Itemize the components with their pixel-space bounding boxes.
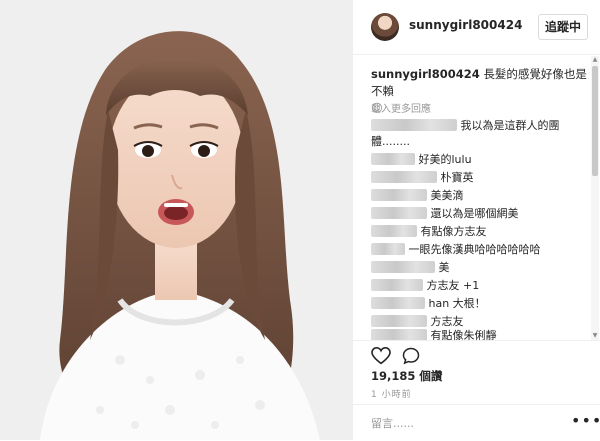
blurred-username [371,279,423,291]
comment-item: 一眼先像漢典哈哈哈哈哈哈 [371,242,541,258]
comment-text: 有點像方志友 [420,225,487,238]
comment-item: 好美的lulu [371,152,472,168]
portrait-illustration [0,0,352,440]
comment-text: 體........ [371,135,410,148]
comment-item: 朴寶英 [371,170,474,186]
comment-item: han 大根！ [371,296,486,312]
post-side-panel: sunnygirl800424 追蹤中 sunnygirl800424 長髮的感… [352,0,600,440]
comment-item: 美美滴 [371,188,464,204]
avatar[interactable] [371,13,399,41]
post-timestamp: 1 小時前 [371,390,412,400]
comments-scrollbar[interactable]: ▲ ▼ [591,56,599,340]
scroll-thumb[interactable] [592,66,598,176]
post-header: sunnygirl800424 追蹤中 [353,0,600,55]
blurred-username [371,329,427,340]
comment-text: 好美的lulu [418,153,472,166]
comment-item: 還以為是哪個網美 [371,206,519,222]
caption-username[interactable]: sunnygirl800424 [371,67,480,81]
blurred-username [371,171,437,183]
action-bar [353,340,600,371]
blurred-username [371,315,427,327]
comment-text: 美美滴 [430,189,464,202]
blurred-username [371,153,415,165]
heart-icon[interactable] [371,347,391,365]
blurred-username [371,297,425,309]
post-photo [0,0,352,440]
comment-text: 還以為是哪個網美 [430,207,519,220]
likes-number: 19,185 [371,369,416,383]
comment-item: 我以為是這群人的團 [371,118,560,134]
scroll-up-arrow-icon[interactable]: ▲ [591,56,599,64]
comment-text: 方志友 [430,315,464,328]
comment-text: 美 [438,261,450,274]
comment-text: 一眼先像漢典哈哈哈哈哈哈 [408,243,541,256]
post-username[interactable]: sunnygirl800424 [409,18,522,32]
comments-list[interactable]: sunnygirl800424 長髮的感覺好像也是不賴 ☺ 載入更多回應 我以為… [353,56,593,340]
comment-item: 美 [371,260,450,276]
blurred-username [371,119,457,131]
blurred-username [371,243,405,255]
following-button[interactable]: 追蹤中 [538,14,588,40]
comment-text: 方志友 +1 [426,279,480,292]
comment-text: 我以為是這群人的團 [460,119,560,132]
comment-text: han 大根！ [428,297,486,310]
blurred-username [371,189,427,201]
add-comment-bar: 留言...... ••• [353,404,600,441]
likes-unit: 個讚 [419,369,443,383]
comment-item: 有點像朱俐靜 [371,328,497,340]
scroll-down-arrow-icon[interactable]: ▼ [591,332,599,340]
blurred-username [371,225,417,237]
comment-text: 朴寶英 [440,171,474,184]
instagram-post-window: sunnygirl800424 追蹤中 sunnygirl800424 長髮的感… [0,0,600,440]
comment-input[interactable]: 留言...... [371,415,414,431]
comment-text: 有點像朱俐靜 [430,329,497,340]
load-more-comments-link[interactable]: 載入更多回應 [371,100,431,115]
comment-item: 方志友 +1 [371,278,479,294]
comment-bubble-icon[interactable] [401,347,421,365]
more-options-icon[interactable]: ••• [571,411,600,430]
blurred-username [371,261,435,273]
likes-count[interactable]: 19,185 個讚 [371,368,442,384]
comment-item: 有點像方志友 [371,224,487,240]
comment-continuation: 體........ [371,134,410,150]
blurred-username [371,207,427,219]
